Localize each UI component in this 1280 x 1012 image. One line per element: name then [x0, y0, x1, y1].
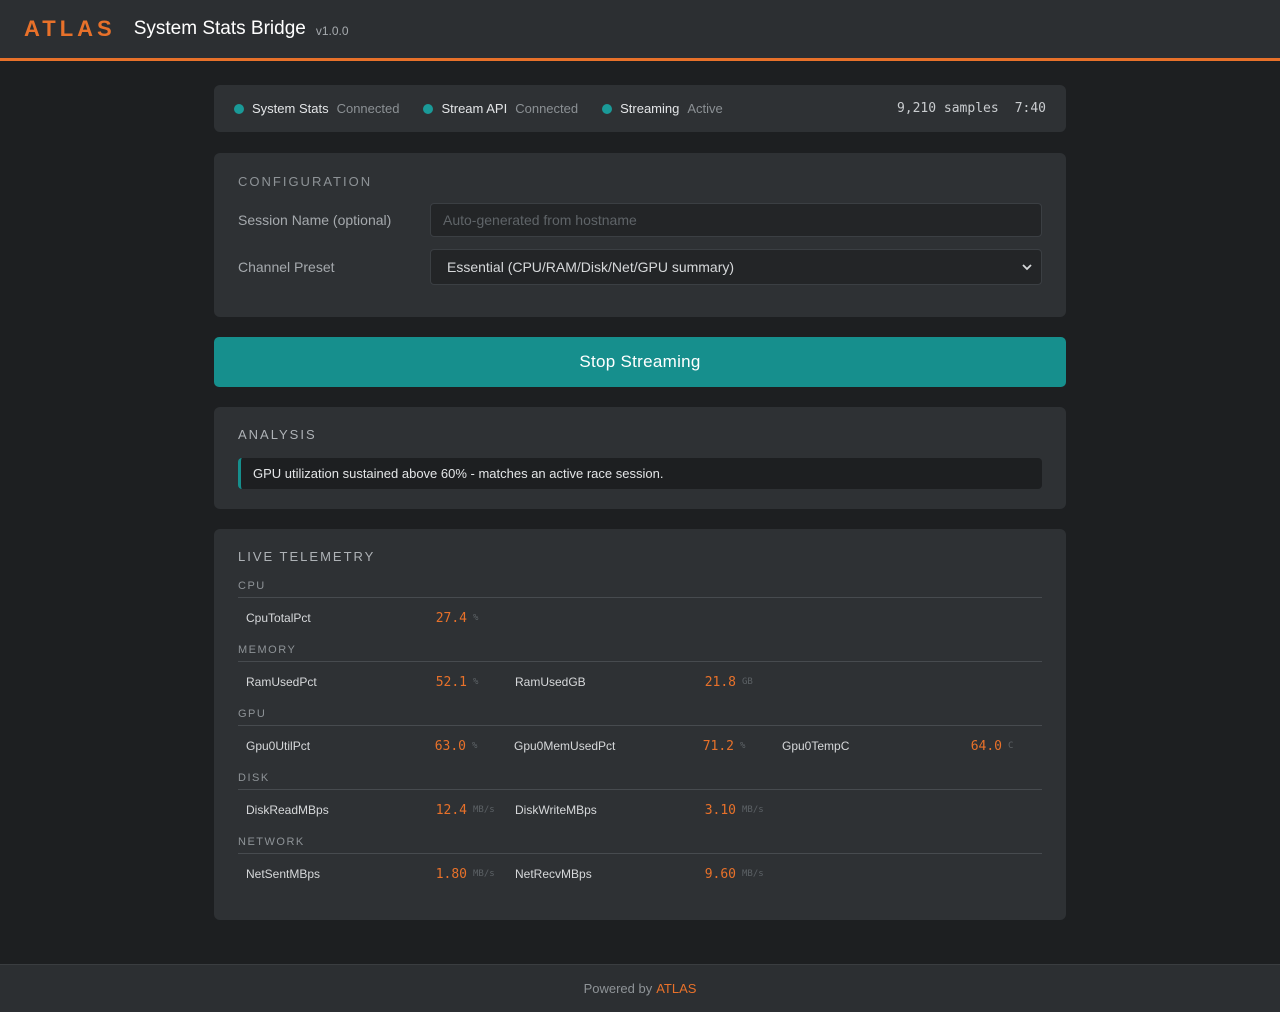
metric-value: 12.4: [435, 802, 467, 818]
channel-preset-row: Channel Preset Essential (CPU/RAM/Disk/N…: [238, 249, 1042, 285]
telemetry-group-gpu: GPU Gpu0UtilPct 63.0 % Gpu0MemUsedPct 71…: [238, 708, 1042, 756]
atlas-logo: ATLAS: [24, 16, 116, 41]
metric-unit: MB/s: [742, 869, 764, 879]
metric-name: Gpu0MemUsedPct: [514, 739, 616, 753]
app-title: System Stats Bridge: [133, 18, 306, 39]
metric-name: DiskReadMBps: [246, 803, 329, 817]
app-version: v1.0.0: [315, 24, 349, 38]
group-label: NETWORK: [238, 836, 305, 848]
section-title: LIVE TELEMETRY: [238, 549, 376, 564]
footer-prefix: Powered by: [583, 981, 653, 996]
metric-unit: C: [1008, 741, 1014, 751]
telemetry-group-cpu: CPU CpuTotalPct 27.4 %: [238, 580, 1042, 628]
section-title: CONFIGURATION: [238, 174, 373, 189]
metric-name: RamUsedPct: [246, 675, 317, 689]
status-name: System Stats: [252, 101, 329, 116]
telemetry-group-memory: MEMORY RamUsedPct 52.1 % RamUsedGB 21.8 …: [238, 644, 1042, 692]
metric-item: Gpu0UtilPct 63.0 %: [238, 736, 506, 756]
stream-counters: 9,210 samples 7:40: [897, 101, 1046, 116]
metric-value: 21.8: [704, 674, 736, 690]
sample-count: 9,210 samples: [896, 101, 999, 116]
status-streaming: Streaming Active: [602, 101, 723, 116]
divider: [238, 789, 1042, 790]
metric-name: NetRecvMBps: [515, 867, 592, 881]
divider: [238, 853, 1042, 854]
metric-unit: %: [473, 613, 479, 623]
metric-unit: MB/s: [742, 805, 764, 815]
metric-value: 9.60: [704, 866, 736, 882]
divider: [238, 597, 1042, 598]
status-name: Streaming: [620, 101, 680, 116]
metric-name: RamUsedGB: [515, 675, 586, 689]
channel-preset-select[interactable]: Essential (CPU/RAM/Disk/Net/GPU summary): [430, 249, 1042, 285]
metric-value: 3.10: [704, 802, 736, 818]
metric-item: Gpu0TempC 64.0 C: [774, 736, 1042, 756]
metric-name: DiskWriteMBps: [515, 803, 597, 817]
metric-item: Gpu0MemUsedPct 71.2 %: [506, 736, 774, 756]
metric-unit: %: [473, 677, 479, 687]
session-name-input[interactable]: [430, 203, 1042, 237]
metric-value: 71.2: [702, 738, 734, 754]
metric-item: RamUsedPct 52.1 %: [238, 672, 507, 692]
metric-unit: %: [740, 741, 746, 751]
metric-value: 63.0: [434, 738, 466, 754]
telemetry-group-disk: DISK DiskReadMBps 12.4 MB/s DiskWriteMBp…: [238, 772, 1042, 820]
metric-unit: MB/s: [473, 869, 495, 879]
session-name-label: Session Name (optional): [238, 212, 392, 228]
metric-name: CpuTotalPct: [246, 611, 311, 625]
group-label: MEMORY: [238, 644, 297, 656]
metric-item: DiskWriteMBps 3.10 MB/s: [507, 800, 776, 820]
metric-value: 52.1: [435, 674, 467, 690]
metric-unit: %: [472, 741, 478, 751]
group-label: DISK: [238, 772, 270, 784]
metric-value: 27.4: [435, 610, 467, 626]
status-state: Active: [687, 101, 723, 116]
metric-name: Gpu0UtilPct: [246, 739, 311, 753]
metric-value: 64.0: [970, 738, 1002, 754]
metric-unit: GB: [742, 677, 753, 687]
metric-item: RamUsedGB 21.8 GB: [507, 672, 776, 692]
live-telemetry-panel: LIVE TELEMETRY CPU CpuTotalPct 27.4 % ME…: [214, 529, 1066, 920]
metric-item: CpuTotalPct 27.4 %: [238, 608, 507, 628]
configuration-panel: CONFIGURATION Session Name (optional) Ch…: [214, 153, 1066, 317]
metric-item: DiskReadMBps 12.4 MB/s: [238, 800, 507, 820]
chevron-down-icon: [1022, 264, 1032, 271]
status-stream-api: Stream API Connected: [423, 101, 578, 116]
group-label: CPU: [238, 580, 266, 592]
session-name-row: Session Name (optional): [238, 203, 1042, 237]
status-system-stats: System Stats Connected: [234, 101, 399, 116]
divider: [238, 661, 1042, 662]
top-bar: ATLAS System Stats Bridge v1.0.0: [0, 0, 1280, 61]
stop-streaming-button[interactable]: Stop Streaming: [214, 337, 1066, 387]
status-bar: System Stats Connected Stream API Connec…: [214, 85, 1066, 132]
group-label: GPU: [238, 708, 267, 720]
status-dot-icon: [602, 103, 613, 114]
metric-item: NetRecvMBps 9.60 MB/s: [507, 864, 776, 884]
analysis-message: GPU utilization sustained above 60% - ma…: [238, 458, 1042, 489]
status-state: Connected: [336, 101, 400, 116]
footer: Powered by ATLAS: [0, 964, 1280, 1012]
status-dot-icon: [234, 103, 244, 114]
metric-value: 1.80: [435, 866, 467, 882]
status-dot-icon: [423, 103, 434, 114]
metric-item: NetSentMBps 1.80 MB/s: [238, 864, 507, 884]
status-state: Connected: [515, 101, 579, 116]
elapsed-time: 7:40: [1014, 101, 1046, 116]
metric-unit: MB/s: [473, 805, 495, 815]
footer-brand-link[interactable]: ATLAS: [656, 981, 696, 996]
divider: [238, 725, 1042, 726]
analysis-panel: ANALYSIS GPU utilization sustained above…: [214, 407, 1066, 509]
metric-name: Gpu0TempC: [782, 739, 850, 753]
channel-preset-label: Channel Preset: [238, 259, 335, 275]
channel-preset-value: Essential (CPU/RAM/Disk/Net/GPU summary): [447, 259, 735, 275]
metric-name: NetSentMBps: [246, 867, 321, 881]
telemetry-group-network: NETWORK NetSentMBps 1.80 MB/s NetRecvMBp…: [238, 836, 1042, 884]
status-name: Stream API: [441, 101, 508, 116]
section-title: ANALYSIS: [238, 427, 317, 442]
